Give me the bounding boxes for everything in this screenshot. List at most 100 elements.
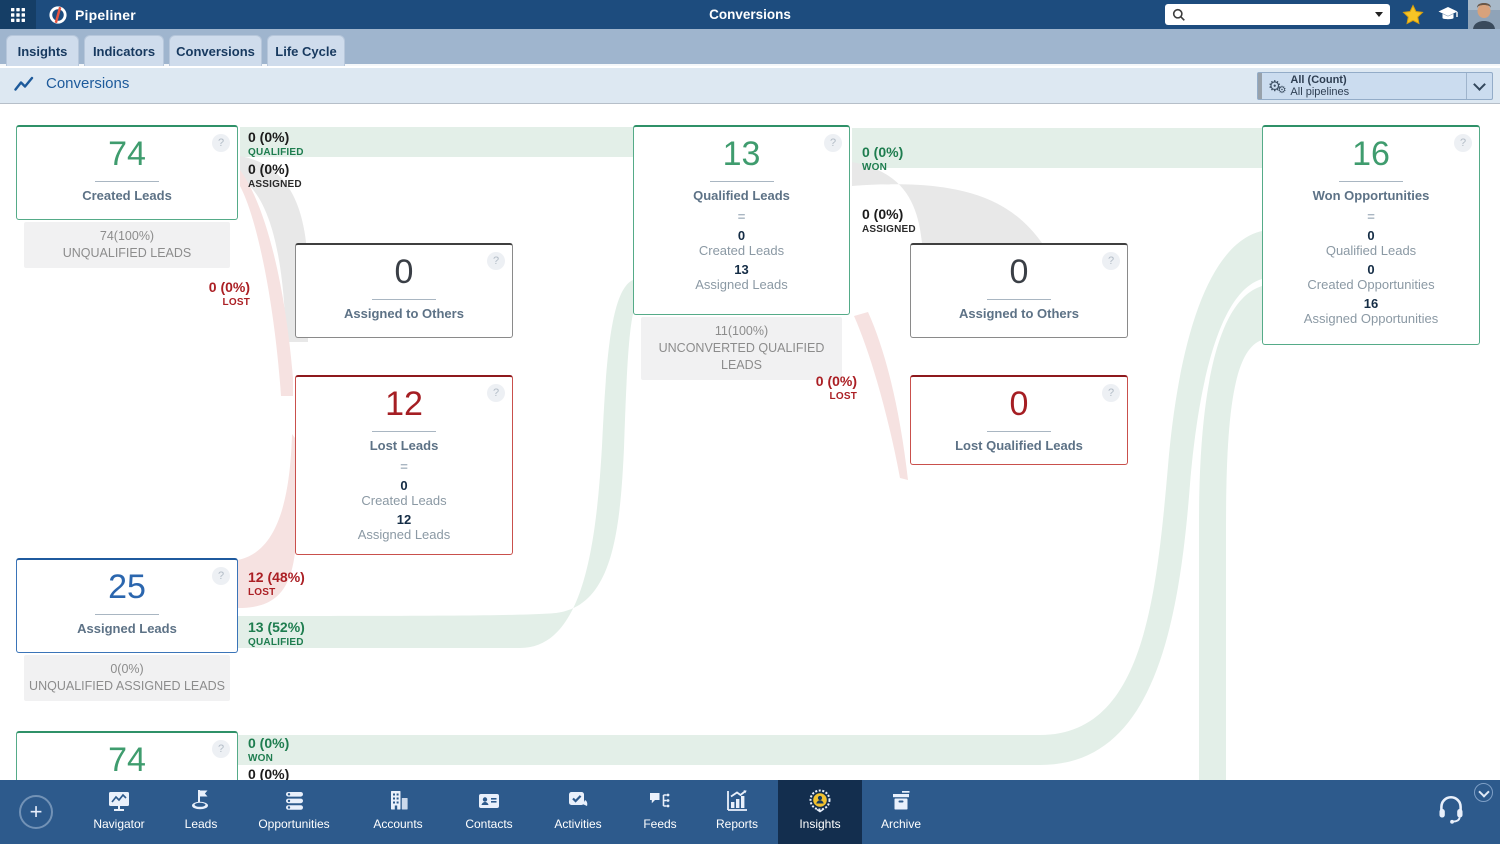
reports-chart-icon: [689, 780, 785, 816]
card-label: Won Opportunities: [1263, 188, 1479, 203]
nav-item-archive[interactable]: Archive: [853, 780, 949, 844]
card-label: Lost Leads: [296, 438, 512, 453]
flow-label-lost: 0 (0%) LOST: [797, 374, 857, 404]
flow-label-qualified-52: 13 (52%) QUALIFIED: [248, 620, 305, 650]
tab-indicators[interactable]: Indicators: [84, 35, 164, 66]
flow-label-assigned: 0 (0%) ASSIGNED: [248, 162, 302, 192]
equals-label: Assigned Opportunities: [1263, 311, 1479, 326]
bottom-nav: + Navigator Leads: [0, 780, 1500, 844]
archive-box-icon: [853, 780, 949, 816]
equals-label: Created Leads: [634, 243, 849, 258]
lost-qualified-leads-card[interactable]: ? 0 Lost Qualified Leads: [910, 375, 1128, 465]
conversions-diagram: ? 74 Created Leads 74(100%) UNQUALIFIED …: [0, 104, 1500, 780]
search-input[interactable]: [1191, 8, 1370, 22]
nav-item-reports[interactable]: Reports: [689, 780, 785, 844]
help-icon[interactable]: ?: [1102, 384, 1120, 402]
insights-medal-icon: [778, 780, 862, 816]
created-leads-card[interactable]: ? 74 Created Leads: [16, 125, 238, 220]
card-label: Assigned to Others: [296, 306, 512, 321]
tab-bar: Insights Indicators Conversions Life Cyc…: [0, 29, 1500, 66]
qualified-leads-card[interactable]: ? 13 Qualified Leads = 0 Created Leads 1…: [633, 125, 850, 315]
favorites-star-icon[interactable]: [1399, 0, 1427, 29]
equals-label: Assigned Leads: [296, 527, 512, 542]
nav-item-insights[interactable]: Insights: [778, 780, 862, 844]
equals-value: 13: [634, 262, 849, 277]
card-label: Lost Qualified Leads: [911, 438, 1127, 453]
help-icon[interactable]: ?: [1454, 134, 1472, 152]
card-value: 16: [1263, 135, 1479, 174]
equals-value: 0: [1263, 228, 1479, 243]
equals-sign: =: [1263, 209, 1479, 224]
help-icon[interactable]: ?: [212, 740, 230, 758]
equals-label: Assigned Leads: [634, 277, 849, 292]
assigned-leads-card[interactable]: ? 25 Assigned Leads: [16, 558, 238, 653]
sub-header: Conversions ⚙⚙ All (Count) All pipelines: [0, 68, 1500, 104]
card-label: Assigned to Others: [911, 306, 1127, 321]
card-value: 25: [17, 568, 237, 607]
user-avatar[interactable]: [1468, 0, 1500, 29]
assigned-to-others-card[interactable]: ? 0 Assigned to Others: [295, 243, 513, 338]
equals-label: Qualified Leads: [1263, 243, 1479, 258]
help-icon[interactable]: ?: [824, 134, 842, 152]
help-icon[interactable]: ?: [487, 384, 505, 402]
nav-item-accounts[interactable]: Accounts: [350, 780, 446, 844]
tab-insights[interactable]: Insights: [6, 35, 79, 66]
card-label: Qualified Leads: [634, 188, 849, 203]
card-value: 0: [296, 253, 512, 292]
nav-item-opportunities[interactable]: Opportunities: [246, 780, 342, 844]
tab-label: Life Cycle: [275, 44, 336, 59]
flow-label-won: 0 (0%) WON: [248, 736, 289, 766]
academy-cap-icon[interactable]: [1434, 0, 1462, 29]
equals-label: Created Leads: [296, 493, 512, 508]
won-opportunities-card[interactable]: ? 16 Won Opportunities = 0 Qualified Lea…: [1262, 125, 1480, 345]
nav-label: Archive: [853, 817, 949, 831]
equals-value: 0: [634, 228, 849, 243]
equals-value: 16: [1263, 296, 1479, 311]
pipeline-filter-dropdown[interactable]: ⚙⚙ All (Count) All pipelines: [1257, 72, 1493, 100]
card-value: 0: [911, 385, 1127, 424]
note-value: 74(100%): [28, 228, 226, 245]
card-value: 74: [17, 741, 237, 780]
flow-label-partial: 0 (0%): [248, 767, 289, 780]
card-value: 0: [911, 253, 1127, 292]
tab-life-cycle[interactable]: Life Cycle: [267, 35, 345, 66]
flow-label-lost: 0 (0%) LOST: [190, 280, 250, 310]
tab-conversions[interactable]: Conversions: [169, 35, 262, 66]
search-icon: [1172, 8, 1186, 22]
unconverted-qualified-note: 11(100%) UNCONVERTED QUALIFIED LEADS: [641, 317, 842, 380]
assigned-to-others-card[interactable]: ? 0 Assigned to Others: [910, 243, 1128, 338]
tab-label: Conversions: [176, 44, 255, 59]
trend-line-icon: [14, 76, 34, 92]
help-icon[interactable]: ?: [487, 252, 505, 270]
collapse-nav-chevron[interactable]: [1474, 783, 1493, 802]
help-icon[interactable]: ?: [212, 134, 230, 152]
nav-item-leads[interactable]: Leads: [153, 780, 249, 844]
search-box[interactable]: [1165, 4, 1390, 25]
help-icon[interactable]: ?: [212, 567, 230, 585]
equals-value: 12: [296, 512, 512, 527]
help-icon[interactable]: ?: [1102, 252, 1120, 270]
nav-label: Reports: [689, 817, 785, 831]
chevron-down-icon[interactable]: [1466, 73, 1492, 99]
add-new-button[interactable]: +: [19, 795, 53, 829]
card-label: Assigned Leads: [17, 621, 237, 636]
unqualified-assigned-note: 0(0%) UNQUALIFIED ASSIGNED LEADS: [24, 655, 230, 701]
nav-label: Accounts: [350, 817, 446, 831]
filter-line2: All pipelines: [1290, 86, 1466, 98]
equals-sign: =: [296, 459, 512, 474]
created-opportunities-card[interactable]: ? 74: [16, 731, 238, 780]
contacts-card-icon: [441, 780, 537, 816]
support-headset-icon[interactable]: [1436, 793, 1466, 830]
nav-label: Insights: [778, 817, 862, 831]
note-label: UNCONVERTED QUALIFIED LEADS: [645, 340, 838, 374]
note-value: 11(100%): [645, 323, 838, 340]
equals-label: Created Opportunities: [1263, 277, 1479, 292]
search-dropdown-caret[interactable]: [1375, 12, 1383, 17]
equals-sign: =: [634, 209, 849, 224]
card-value: 74: [17, 135, 237, 174]
flow-label-qualified: 0 (0%) QUALIFIED: [248, 130, 304, 160]
nav-item-contacts[interactable]: Contacts: [441, 780, 537, 844]
lost-leads-card[interactable]: ? 12 Lost Leads = 0 Created Leads 12 Ass…: [295, 375, 513, 555]
tab-label: Indicators: [93, 44, 155, 59]
opportunities-stack-icon: [246, 780, 342, 816]
